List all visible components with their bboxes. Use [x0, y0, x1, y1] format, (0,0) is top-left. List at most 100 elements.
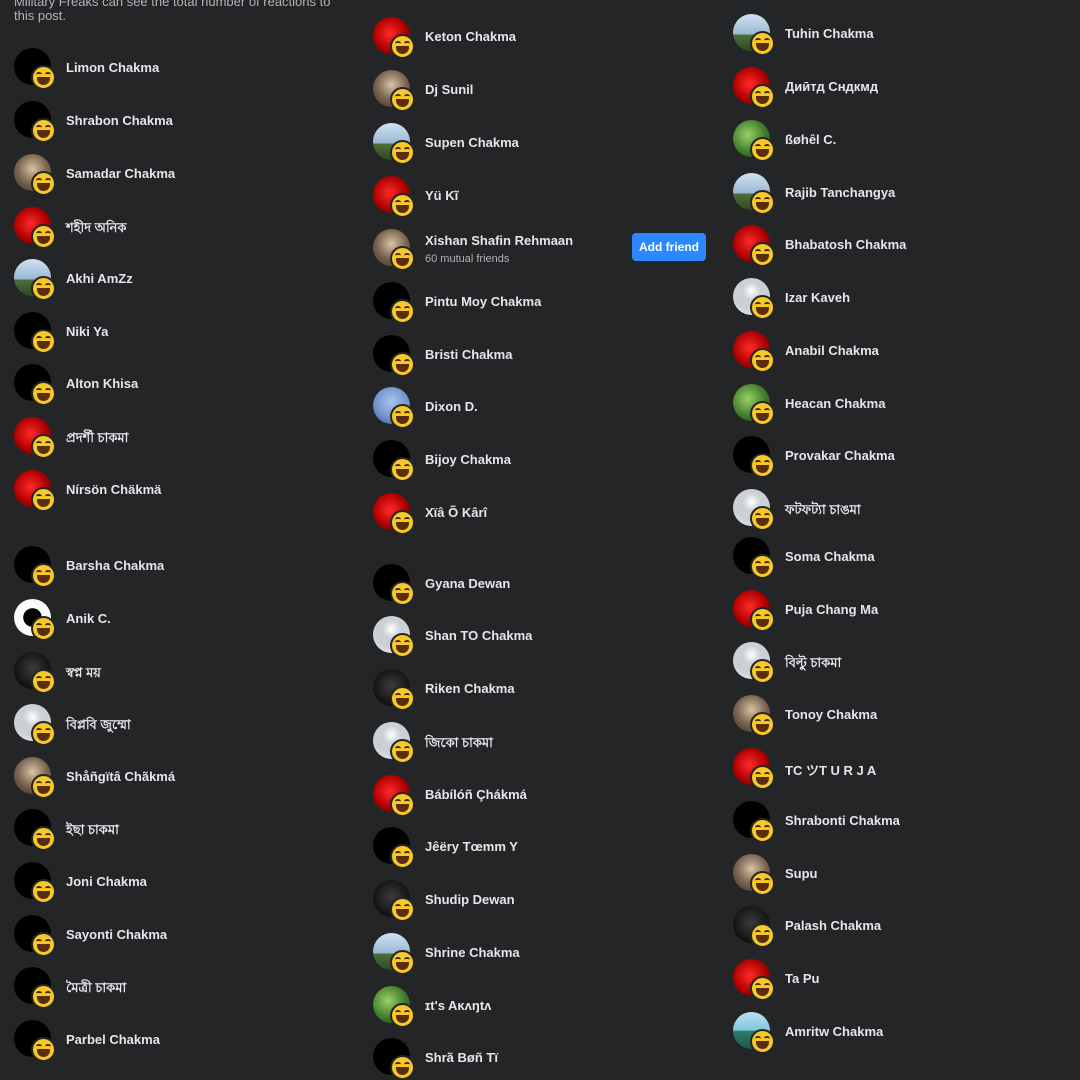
- reactor-row[interactable]: Sayonti Chakma: [0, 915, 360, 967]
- reactor-name[interactable]: বিল্টু চাকমা: [785, 654, 841, 675]
- reactor-row[interactable]: ফটফট্যা চাঙমা: [719, 489, 1079, 541]
- reactor-row[interactable]: Xishan Shafin Rehmaan 60 mutual friends Ad…: [359, 229, 719, 281]
- reactor-row[interactable]: Niki Ya: [0, 312, 360, 364]
- reactor-row[interactable]: Диӣтд Сндкмд: [719, 67, 1079, 119]
- reactor-name[interactable]: Amritw Chakma: [785, 1024, 883, 1039]
- reactor-row[interactable]: Supu: [719, 854, 1079, 906]
- reactor-name[interactable]: Supu: [785, 866, 818, 881]
- reactor-name[interactable]: Izar Kaveh: [785, 290, 850, 305]
- reactor-name[interactable]: Heacan Chakma: [785, 396, 885, 411]
- reactor-row[interactable]: Anabil Chakma: [719, 331, 1079, 383]
- reactor-row[interactable]: ইছা চাকমা: [0, 809, 360, 861]
- reactor-row[interactable]: Pintu Moy Chakma: [359, 282, 719, 334]
- reactor-name[interactable]: TC ツT U R J A: [785, 760, 876, 779]
- reactor-name[interactable]: Tuhin Chakma: [785, 26, 874, 41]
- reactor-row[interactable]: প্রদর্শী চাকমা: [0, 417, 360, 469]
- reactor-row[interactable]: বিপ্লবি জুম্মো: [0, 704, 360, 756]
- reactor-row[interactable]: Rajib Tanchangya: [719, 173, 1079, 225]
- reactor-row[interactable]: Shrabonti Chakma: [719, 801, 1079, 853]
- reactor-name[interactable]: Jêëry Tœmm Y: [425, 839, 518, 854]
- reactor-row[interactable]: Shan TO Chakma: [359, 616, 719, 668]
- reactor-row[interactable]: Joni Chakma: [0, 862, 360, 914]
- reactor-row[interactable]: Gyana Dewan: [359, 564, 719, 616]
- reactor-name[interactable]: Puja Chang Ma: [785, 602, 878, 617]
- reactor-name[interactable]: Sayonti Chakma: [66, 927, 167, 942]
- reactor-row[interactable]: Shrine Chakma: [359, 933, 719, 985]
- reactor-name[interactable]: স্বপ্ন ময়: [66, 664, 101, 685]
- reactor-row[interactable]: Parbel Chakma: [0, 1020, 360, 1072]
- reactor-row[interactable]: শহীদ অনিক: [0, 207, 360, 259]
- reactor-row[interactable]: Puja Chang Ma: [719, 590, 1079, 642]
- add-friend-button[interactable]: Add friend: [632, 233, 706, 261]
- reactor-name[interactable]: Joni Chakma: [66, 874, 147, 889]
- reactor-row[interactable]: Shåñgïtâ Chãkmá: [0, 757, 360, 809]
- reactor-name[interactable]: Xïâ Õ Kârî: [425, 505, 487, 520]
- reactor-row[interactable]: Xïâ Õ Kârî: [359, 493, 719, 545]
- reactor-name[interactable]: Anabil Chakma: [785, 343, 879, 358]
- reactor-name[interactable]: Dixon D.: [425, 399, 478, 414]
- reactor-row[interactable]: ɪt's Aĸʌŋtʌ: [359, 986, 719, 1038]
- reactor-name[interactable]: Bijoy Chakma: [425, 452, 511, 467]
- reactor-name[interactable]: Pintu Moy Chakma: [425, 294, 541, 309]
- reactor-name[interactable]: Parbel Chakma: [66, 1032, 160, 1047]
- reactor-row[interactable]: Bhabatosh Chakma: [719, 225, 1079, 277]
- reactor-name[interactable]: মৈত্রী চাকমা: [66, 979, 126, 1000]
- reactor-name[interactable]: Bhabatosh Chakma: [785, 237, 906, 252]
- reactor-name[interactable]: ɪt's Aĸʌŋtʌ: [425, 998, 491, 1013]
- reactor-row[interactable]: Palash Chakma: [719, 906, 1079, 958]
- reactor-row[interactable]: Akhi AmZz: [0, 259, 360, 311]
- reactor-name[interactable]: Provakar Chakma: [785, 448, 895, 463]
- reactor-name[interactable]: Barsha Chakma: [66, 558, 164, 573]
- reactor-name[interactable]: Rajib Tanchangya: [785, 185, 895, 200]
- reactor-name[interactable]: Shåñgïtâ Chãkmá: [66, 769, 175, 784]
- reactor-row[interactable]: Ta Pu: [719, 959, 1079, 1011]
- reactor-row[interactable]: Bijoy Chakma: [359, 440, 719, 492]
- reactor-name[interactable]: ফটফট্যা চাঙমা: [785, 501, 861, 522]
- reactor-name[interactable]: Shrã Bøñ Tï: [425, 1050, 498, 1065]
- reactor-row[interactable]: Shudip Dewan: [359, 880, 719, 932]
- reactor-row[interactable]: Keton Chakma: [359, 17, 719, 69]
- reactor-name[interactable]: Akhi AmZz: [66, 271, 133, 286]
- reactor-row[interactable]: Izar Kaveh: [719, 278, 1079, 330]
- reactor-row[interactable]: Bristi Chakma: [359, 335, 719, 387]
- reactor-name[interactable]: শহীদ অনিক: [66, 219, 127, 240]
- reactor-row[interactable]: Tonoy Chakma: [719, 695, 1079, 747]
- reactor-name[interactable]: Shrine Chakma: [425, 945, 520, 960]
- reactor-name[interactable]: Soma Chakma: [785, 549, 875, 564]
- reactor-row[interactable]: Barsha Chakma: [0, 546, 360, 598]
- reactor-name[interactable]: Shan TO Chakma: [425, 628, 532, 643]
- reactor-name[interactable]: Bábílóñ Çhákmá: [425, 787, 527, 802]
- reactor-row[interactable]: Riken Chakma: [359, 669, 719, 721]
- reactor-row[interactable]: Shrã Bøñ Tï: [359, 1038, 719, 1080]
- reactor-name[interactable]: Shudip Dewan: [425, 892, 515, 907]
- reactor-name[interactable]: Samadar Chakma: [66, 166, 175, 181]
- reactor-row[interactable]: Tuhin Chakma: [719, 14, 1079, 66]
- reactor-name[interactable]: ইছা চাকমা: [66, 821, 119, 842]
- reactor-row[interactable]: ßøhêl C.: [719, 120, 1079, 172]
- reactor-row[interactable]: Yü Kĩ: [359, 176, 719, 228]
- reactor-row[interactable]: Dj Sunil: [359, 70, 719, 122]
- reactor-row[interactable]: স্বপ্ন ময়: [0, 652, 360, 704]
- reactor-name[interactable]: Keton Chakma: [425, 29, 516, 44]
- reactor-row[interactable]: Anik C.: [0, 599, 360, 651]
- reactor-name[interactable]: Диӣтд Сндкмд: [785, 79, 878, 94]
- reactor-name[interactable]: Riken Chakma: [425, 681, 515, 696]
- reactor-row[interactable]: Dixon D.: [359, 387, 719, 439]
- reactor-name[interactable]: Gyana Dewan: [425, 576, 510, 591]
- reactor-name[interactable]: Xishan Shafin Rehmaan: [425, 233, 573, 248]
- reactor-row[interactable]: Soma Chakma: [719, 537, 1079, 589]
- reactor-row[interactable]: Bábílóñ Çhákmá: [359, 775, 719, 827]
- reactor-row[interactable]: Provakar Chakma: [719, 436, 1079, 488]
- reactor-name[interactable]: Dj Sunil: [425, 82, 473, 97]
- reactor-row[interactable]: Supen Chakma: [359, 123, 719, 175]
- reactor-row[interactable]: TC ツT U R J A: [719, 748, 1079, 800]
- reactor-row[interactable]: বিল্টু চাকমা: [719, 642, 1079, 694]
- reactor-name[interactable]: Shrabonti Chakma: [785, 813, 900, 828]
- reactor-name[interactable]: Palash Chakma: [785, 918, 881, 933]
- reactor-name[interactable]: Nírsön Chäkmä: [66, 482, 161, 497]
- reactor-row[interactable]: Amritw Chakma: [719, 1012, 1079, 1064]
- reactor-name[interactable]: Anik C.: [66, 611, 111, 626]
- reactor-row[interactable]: Alton Khisa: [0, 364, 360, 416]
- reactor-name[interactable]: Tonoy Chakma: [785, 707, 877, 722]
- reactor-name[interactable]: Limon Chakma: [66, 60, 159, 75]
